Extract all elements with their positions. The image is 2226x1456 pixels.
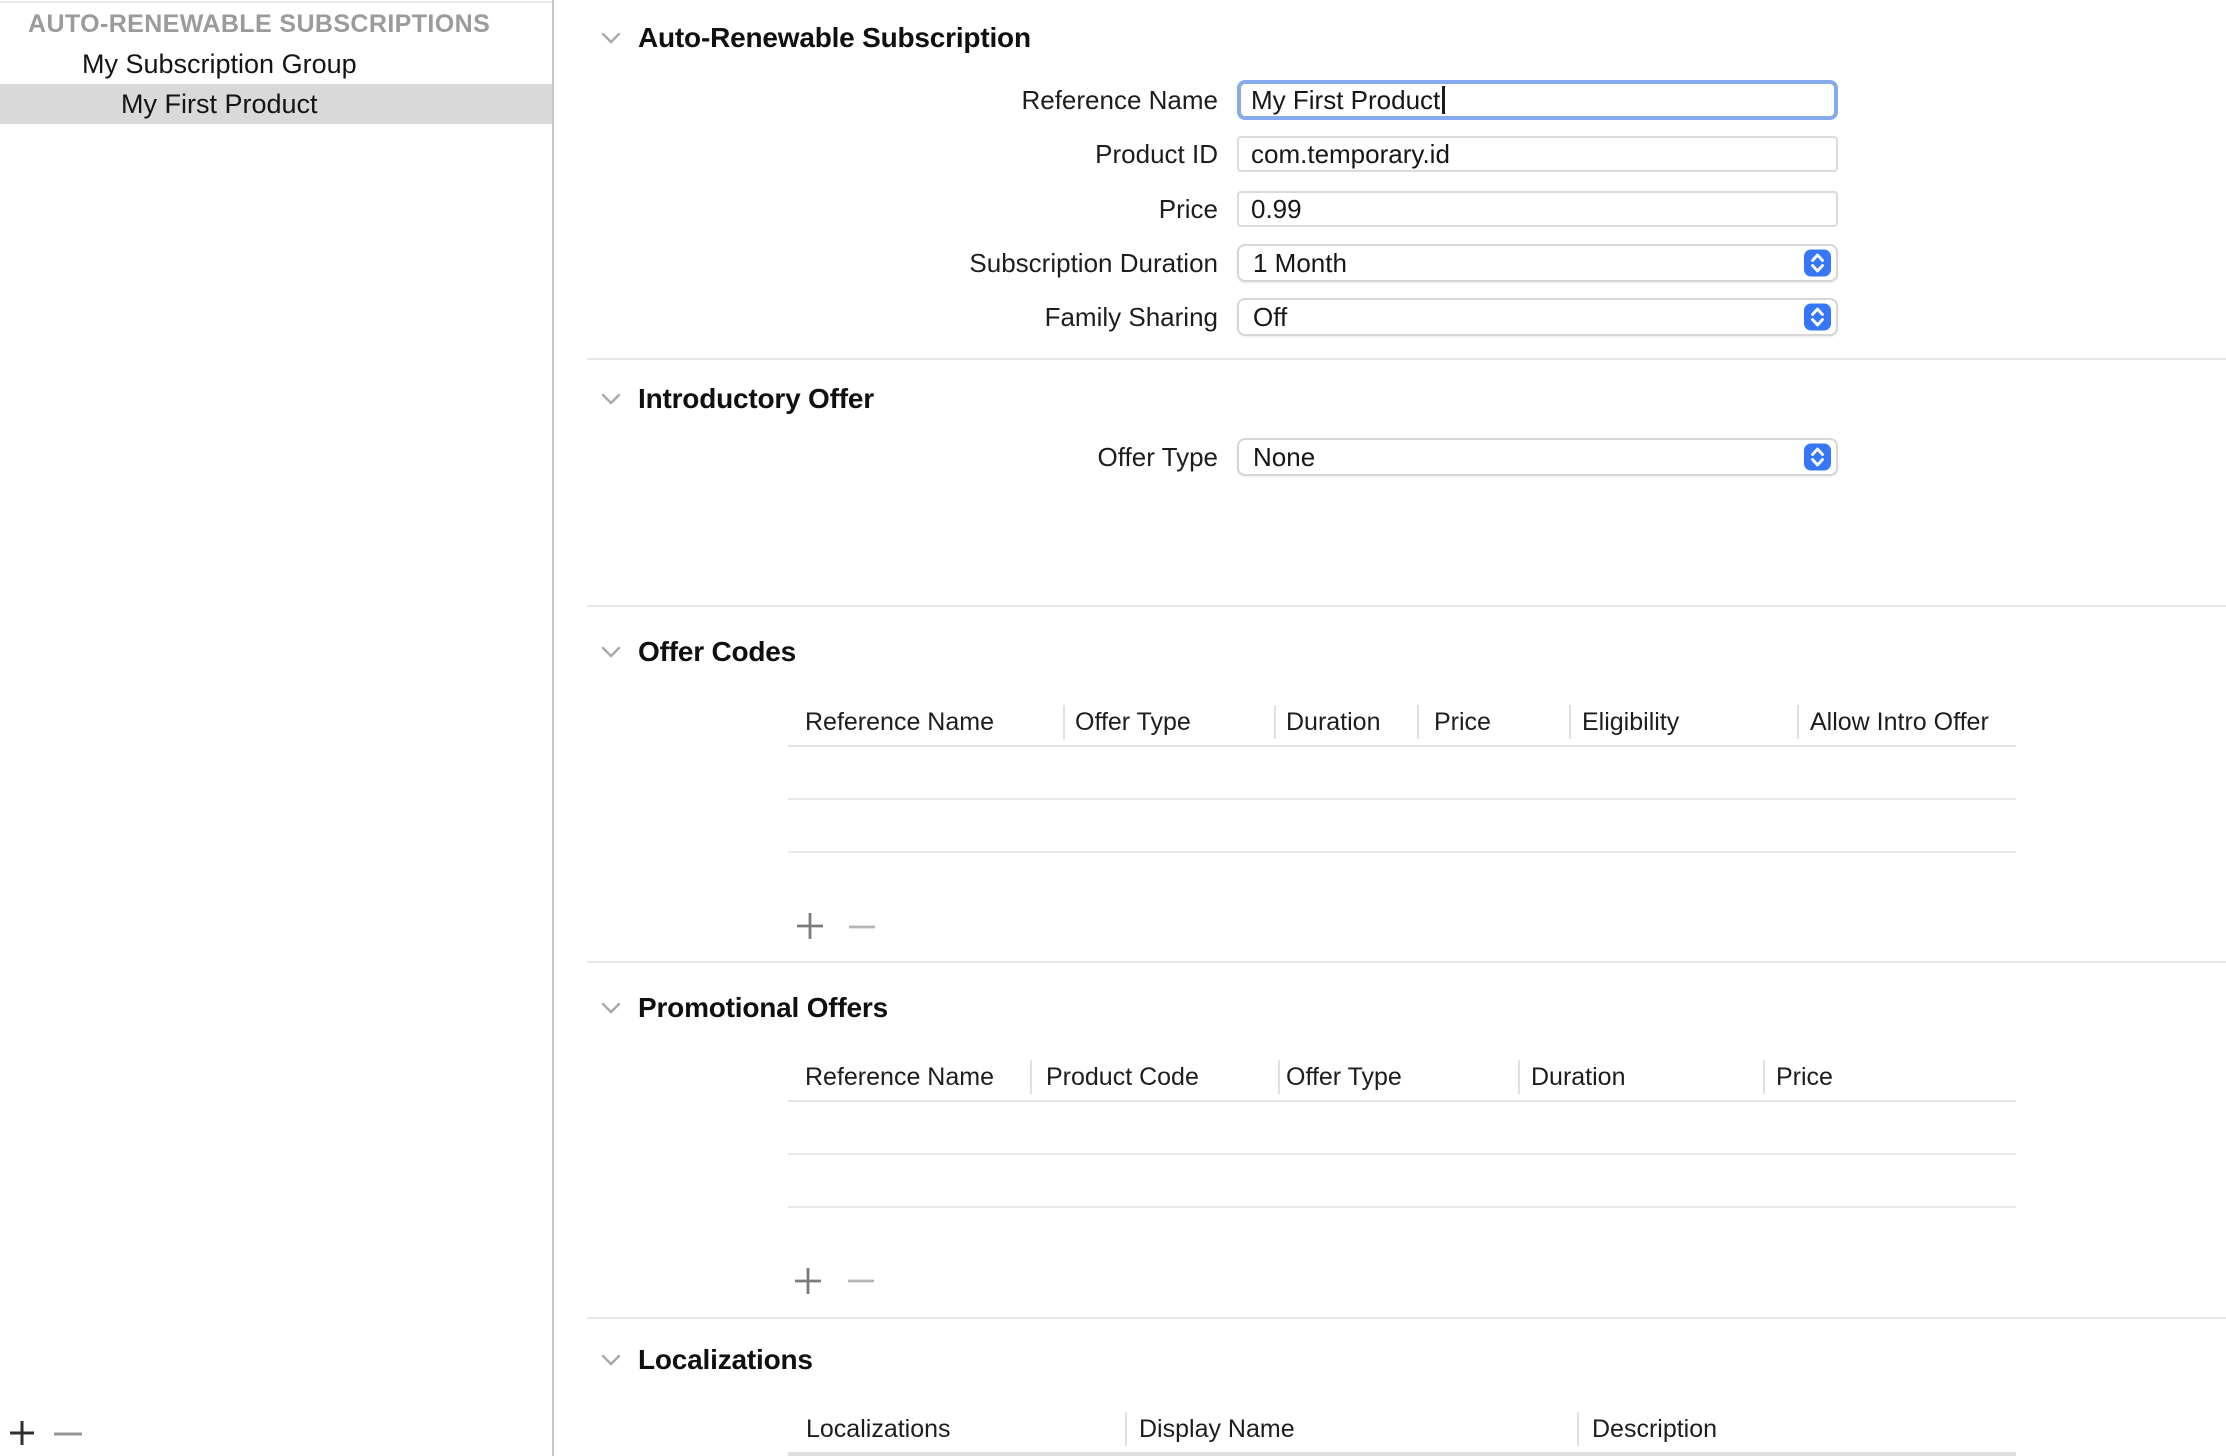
sidebar-group-header: AUTO-RENEWABLE SUBSCRIPTIONS	[28, 8, 490, 40]
section-header-offer-codes: Offer Codes	[600, 635, 796, 669]
reference-name-label: Reference Name	[605, 85, 1237, 116]
column-divider	[1125, 1412, 1127, 1446]
disclosure-chevron-icon[interactable]	[600, 392, 622, 406]
offer-codes-table: Reference Name Offer Type Duration Price…	[788, 700, 2016, 853]
field-value: 0.99	[1251, 194, 1302, 225]
section-header-promotional-offers: Promotional Offers	[600, 991, 888, 1025]
product-id-label: Product ID	[605, 139, 1237, 170]
column-header[interactable]: Duration	[1531, 1055, 1626, 1100]
section-title: Auto-Renewable Subscription	[638, 22, 1031, 54]
section-title: Offer Codes	[638, 636, 796, 668]
column-header[interactable]: Price	[1434, 700, 1491, 745]
text-caret	[1442, 86, 1445, 114]
section-header-introductory-offer: Introductory Offer	[600, 382, 874, 416]
offer-codes-remove-button[interactable]	[847, 912, 877, 942]
column-header[interactable]: Description	[1592, 1407, 1717, 1452]
popup-value: Off	[1253, 302, 1287, 333]
section-title: Promotional Offers	[638, 992, 888, 1024]
disclosure-chevron-icon[interactable]	[600, 1353, 622, 1367]
column-divider	[1417, 705, 1419, 739]
popup-value: 1 Month	[1253, 248, 1347, 279]
promotional-offers-remove-button[interactable]	[846, 1266, 876, 1296]
empty-table-row	[788, 747, 2016, 800]
column-divider	[1063, 705, 1065, 739]
field-value: My First Product	[1251, 85, 1440, 116]
section-title: Localizations	[638, 1344, 813, 1376]
subscription-duration-label: Subscription Duration	[605, 248, 1237, 279]
reference-name-field[interactable]: My First Product	[1237, 80, 1838, 120]
column-divider	[1797, 705, 1799, 739]
section-separator	[587, 961, 2226, 963]
column-header[interactable]: Reference Name	[805, 700, 994, 745]
offer-type-popup[interactable]: None	[1237, 438, 1838, 476]
column-divider	[1763, 1060, 1765, 1094]
subscription-duration-popup[interactable]: 1 Month	[1237, 244, 1838, 282]
column-header[interactable]: Price	[1776, 1055, 1833, 1100]
column-header[interactable]: Eligibility	[1582, 700, 1679, 745]
popup-stepper-icon	[1804, 250, 1831, 277]
localizations-table-header: Localizations Display Name Description	[788, 1407, 2016, 1456]
section-title: Introductory Offer	[638, 383, 874, 415]
section-header-localizations: Localizations	[600, 1343, 813, 1377]
column-header[interactable]: Product Code	[1046, 1055, 1199, 1100]
family-sharing-label: Family Sharing	[605, 302, 1237, 333]
column-header[interactable]: Offer Type	[1286, 1055, 1402, 1100]
popup-value: None	[1253, 442, 1315, 473]
price-field[interactable]: 0.99	[1237, 191, 1838, 227]
disclosure-chevron-icon[interactable]	[600, 31, 622, 45]
sidebar-top-divider	[0, 1, 552, 3]
section-separator	[587, 358, 2226, 360]
column-header[interactable]: Duration	[1286, 700, 1381, 745]
promotional-offers-table: Reference Name Product Code Offer Type D…	[788, 1055, 2016, 1208]
empty-table-row	[788, 1102, 2016, 1155]
popup-stepper-icon	[1804, 444, 1831, 471]
section-header-subscription: Auto-Renewable Subscription	[600, 21, 1031, 55]
offer-codes-table-header: Reference Name Offer Type Duration Price…	[788, 700, 2016, 747]
column-divider	[1577, 1412, 1579, 1446]
column-divider	[1569, 705, 1571, 739]
disclosure-chevron-icon[interactable]	[600, 645, 622, 659]
empty-table-row	[788, 1155, 2016, 1208]
family-sharing-popup[interactable]: Off	[1237, 298, 1838, 336]
offer-type-label: Offer Type	[605, 442, 1237, 473]
section-separator	[587, 1317, 2226, 1319]
sidebar-item-label: My Subscription Group	[82, 49, 357, 79]
column-header[interactable]: Reference Name	[805, 1055, 994, 1100]
column-divider	[1274, 705, 1276, 739]
price-label: Price	[605, 194, 1237, 225]
column-header[interactable]: Allow Intro Offer	[1810, 700, 1989, 745]
promotional-offers-add-button[interactable]	[793, 1266, 823, 1296]
field-value: com.temporary.id	[1251, 139, 1450, 170]
sidebar: AUTO-RENEWABLE SUBSCRIPTIONS My Subscrip…	[0, 0, 552, 1456]
popup-stepper-icon	[1804, 304, 1831, 331]
column-divider	[1278, 1060, 1280, 1094]
sidebar-item-subscription-group[interactable]: My Subscription Group	[0, 44, 552, 84]
empty-table-row	[788, 800, 2016, 853]
offer-codes-add-button[interactable]	[795, 911, 825, 941]
sidebar-splitter[interactable]	[552, 0, 554, 1456]
add-item-button[interactable]	[7, 1416, 37, 1450]
sidebar-item-label: My First Product	[121, 89, 318, 119]
localizations-table: Localizations Display Name Description	[788, 1407, 2016, 1456]
column-header[interactable]: Offer Type	[1075, 700, 1191, 745]
disclosure-chevron-icon[interactable]	[600, 1001, 622, 1015]
column-divider	[1518, 1060, 1520, 1094]
section-separator	[587, 605, 2226, 607]
column-divider	[1030, 1060, 1032, 1094]
promotional-offers-table-header: Reference Name Product Code Offer Type D…	[788, 1055, 2016, 1102]
sidebar-item-my-first-product[interactable]: My First Product	[0, 84, 552, 124]
column-header[interactable]: Display Name	[1139, 1407, 1295, 1452]
column-header[interactable]: Localizations	[806, 1407, 951, 1452]
product-id-field[interactable]: com.temporary.id	[1237, 136, 1838, 172]
remove-item-button[interactable]	[52, 1417, 84, 1451]
